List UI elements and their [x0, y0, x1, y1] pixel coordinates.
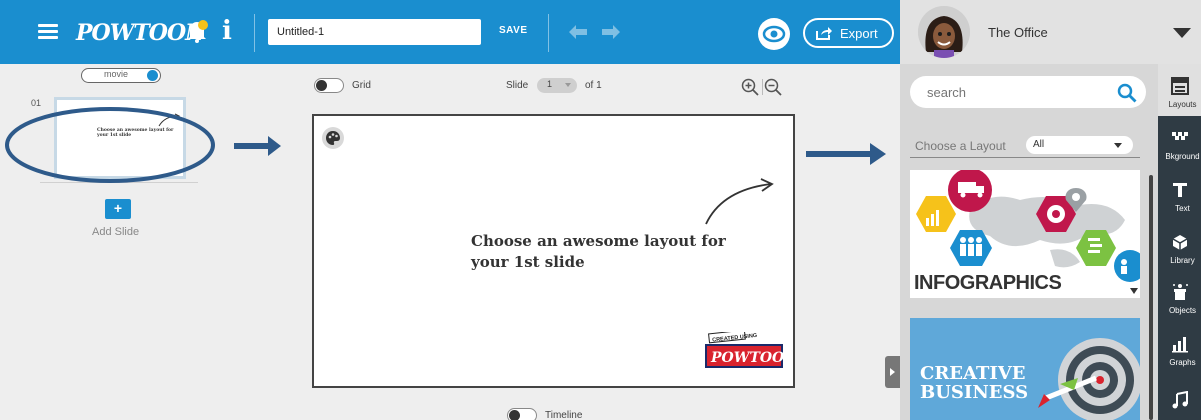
current-slide-value: 1 [547, 79, 553, 89]
layouts-icon [1171, 77, 1189, 95]
tool-layouts[interactable]: Layouts [1158, 70, 1201, 120]
timeline-label: Timeline [545, 410, 583, 420]
avatar-image [918, 6, 970, 58]
tool-label: Layouts [1168, 100, 1197, 109]
chevron-down-icon [1114, 143, 1122, 148]
chevron-right-icon [890, 368, 895, 376]
divider [254, 14, 255, 52]
card-title-line-2: BUSINESS [920, 382, 1029, 403]
movie-mode-toggle[interactable]: movie [81, 68, 161, 83]
chevron-down-icon[interactable] [1130, 288, 1138, 294]
zoom-out-icon[interactable] [764, 78, 782, 96]
annotation-arrow-icon [806, 143, 886, 165]
tool-label: Library [1170, 256, 1195, 265]
add-slide-label[interactable]: Add Slide [92, 226, 139, 238]
layout-filter-value: All [1033, 139, 1045, 150]
divider [548, 14, 549, 52]
divider [910, 157, 1140, 158]
search-icon[interactable] [1117, 83, 1137, 103]
eye-icon [762, 25, 786, 43]
tool-label: Objects [1168, 306, 1197, 315]
collapse-panel-button[interactable] [885, 356, 901, 388]
tool-sound[interactable] [1158, 384, 1201, 420]
toggle-knob [147, 70, 158, 81]
preview-button[interactable] [758, 18, 790, 50]
powtoon-logo: POWTOON [76, 20, 205, 46]
card-title: INFOGRAPHICS [914, 272, 1062, 294]
export-button[interactable]: Export [803, 18, 894, 48]
layout-filter-select[interactable]: All [1026, 136, 1133, 154]
toggle-knob [509, 410, 520, 420]
library-scrollbar[interactable] [1149, 175, 1153, 420]
text-icon [1173, 183, 1187, 197]
toggle-knob [316, 80, 327, 91]
layout-card-infographics[interactable]: INFOGRAPHICS [910, 170, 1140, 298]
annotation-arrow-icon [234, 136, 281, 156]
top-bar: POWTOON i SAVE Export [0, 0, 900, 64]
grid-label: Grid [352, 80, 371, 91]
layout-card-creative-business[interactable]: CREATIVE BUSINESS [910, 318, 1140, 420]
tool-graphs[interactable]: Graphs [1158, 328, 1201, 378]
grid-toggle[interactable] [314, 78, 344, 93]
zoom-in-icon[interactable] [741, 78, 759, 96]
search-input[interactable] [910, 76, 1146, 108]
card-title: CREATIVE BUSINESS [920, 364, 1028, 402]
profile-name: The Office [988, 25, 1048, 40]
slide-count-label: of 1 [585, 80, 602, 91]
tool-background[interactable]: Bkground [1158, 122, 1201, 172]
tool-label: Text [1175, 204, 1190, 213]
music-icon [1172, 391, 1188, 409]
slide-headline[interactable]: Choose an awesome layout for your 1st sl… [471, 231, 741, 273]
timeline-toggle[interactable] [507, 408, 537, 420]
export-label: Export [840, 26, 878, 41]
badge-bottom-text: POWTOON [710, 350, 785, 366]
chevron-down-icon [565, 83, 571, 87]
powtoon-editor: POWTOON i SAVE Export [0, 0, 1201, 420]
divider [762, 79, 763, 95]
undo-icon[interactable] [568, 24, 588, 40]
redo-icon[interactable] [601, 24, 621, 40]
tool-label: Bkground [1165, 152, 1200, 161]
save-button[interactable]: SAVE [499, 25, 528, 36]
objects-icon [1173, 284, 1188, 300]
tool-objects[interactable]: Objects [1158, 276, 1201, 326]
add-slide-button[interactable]: + [105, 199, 131, 219]
project-title-input[interactable] [268, 19, 481, 45]
arrow-doodle-icon [705, 178, 774, 225]
card-title-line-1: CREATIVE [920, 363, 1026, 384]
menu-icon[interactable] [38, 24, 58, 40]
tool-label: Graphs [1169, 358, 1196, 367]
slide-label: Slide [506, 80, 529, 91]
palette-icon [326, 131, 340, 145]
graphs-icon [1172, 337, 1188, 353]
library-icon [1172, 235, 1188, 250]
slide-selector[interactable]: 1 [537, 78, 577, 93]
info-icon[interactable]: i [222, 18, 232, 44]
chevron-down-icon[interactable] [1173, 28, 1191, 38]
annotation-ellipse [5, 107, 215, 183]
avatar[interactable] [918, 6, 970, 58]
tool-library[interactable]: Library [1158, 226, 1201, 276]
notification-bell-icon[interactable] [186, 19, 208, 43]
movie-mode-label: movie [104, 69, 129, 79]
palette-button[interactable] [322, 127, 344, 149]
background-icon [1172, 132, 1188, 140]
tool-text[interactable]: Text [1158, 174, 1201, 224]
created-with-powtoon-badge: CREATED USING POWTOON [705, 332, 785, 368]
slide-canvas[interactable]: Choose an awesome layout for your 1st sl… [312, 114, 795, 388]
share-icon [816, 27, 832, 40]
layout-label: Choose a Layout [915, 139, 1006, 153]
